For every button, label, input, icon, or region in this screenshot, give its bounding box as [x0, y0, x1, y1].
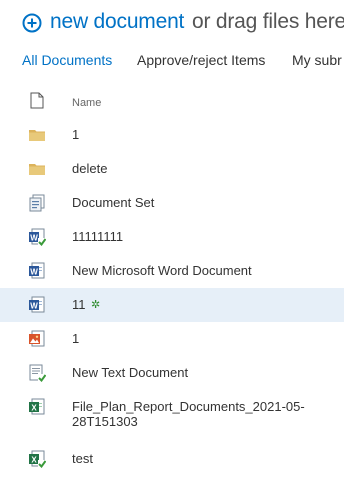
- list-item[interactable]: X File_Plan_Report_Documents_2021-05- 28…: [0, 390, 344, 438]
- new-item-badge-icon: ✲: [91, 299, 101, 311]
- item-name[interactable]: Document Set: [72, 195, 154, 210]
- folder-icon: [29, 130, 45, 141]
- svg-text:X: X: [31, 403, 37, 412]
- name-column-header[interactable]: Name: [72, 97, 101, 109]
- new-document-link[interactable]: new document: [50, 10, 184, 34]
- excel-document-icon: X: [29, 398, 45, 415]
- file-type-column-icon[interactable]: [30, 92, 44, 109]
- item-name-line1[interactable]: File_Plan_Report_Documents_2021-05-: [72, 399, 305, 414]
- view-approve-reject-items[interactable]: Approve/reject Items: [137, 52, 265, 68]
- view-my-submissions[interactable]: My subr: [292, 52, 342, 68]
- word-document-icon: W: [29, 262, 45, 279]
- item-name[interactable]: 1: [72, 127, 79, 142]
- add-circle-icon[interactable]: [22, 13, 42, 33]
- list-item[interactable]: delete: [0, 152, 344, 186]
- list-item[interactable]: W 11111111: [0, 220, 344, 254]
- list-header: Name: [0, 88, 344, 116]
- svg-text:W: W: [30, 267, 38, 276]
- list-item[interactable]: 1: [0, 322, 344, 356]
- item-name[interactable]: test: [72, 451, 93, 466]
- view-all-documents[interactable]: All Documents: [22, 52, 112, 68]
- document-set-icon: [29, 194, 45, 212]
- svg-text:X: X: [31, 455, 37, 464]
- list-item[interactable]: New Text Document: [0, 356, 344, 390]
- svg-text:W: W: [30, 233, 38, 242]
- list-item[interactable]: W New Microsoft Word Document: [0, 254, 344, 288]
- list-item[interactable]: X test: [0, 442, 344, 476]
- drag-files-hint: or drag files here: [192, 10, 344, 33]
- item-name[interactable]: 11: [72, 297, 86, 312]
- item-name[interactable]: 1: [72, 331, 79, 346]
- list-item[interactable]: Document Set: [0, 186, 344, 220]
- folder-icon: [29, 164, 45, 175]
- excel-document-checked-icon: X: [29, 450, 46, 468]
- list-item[interactable]: 1: [0, 118, 344, 152]
- list-item-selected[interactable]: W 11 ✲: [0, 288, 344, 322]
- item-name[interactable]: New Microsoft Word Document: [72, 263, 252, 278]
- svg-text:W: W: [30, 301, 38, 310]
- item-name[interactable]: New Text Document: [72, 365, 188, 380]
- item-name-line2[interactable]: 28T151303: [72, 414, 138, 429]
- word-document-checked-icon: W: [29, 228, 46, 246]
- item-name[interactable]: 11111111: [72, 229, 123, 244]
- word-document-icon: W: [29, 296, 45, 313]
- item-name[interactable]: delete: [72, 161, 107, 176]
- text-document-checked-icon: [29, 364, 46, 382]
- image-file-icon: [29, 330, 45, 347]
